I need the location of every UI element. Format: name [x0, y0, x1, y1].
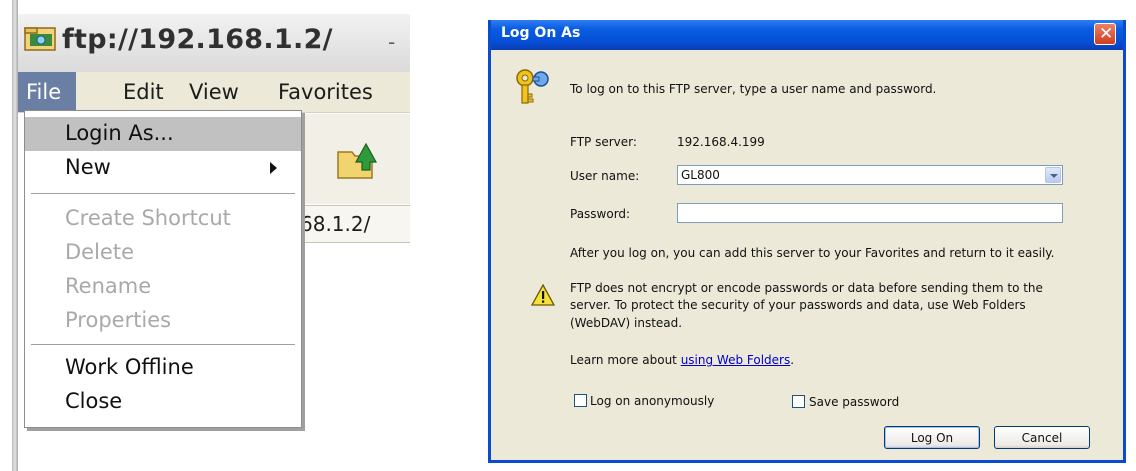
web-folders-link[interactable]: using Web Folders — [681, 353, 791, 367]
menu-item-label: Login As... — [65, 121, 174, 145]
dialog-titlebar: Log On As ✕ — [491, 20, 1123, 50]
anonymous-label[interactable]: Log on anonymously — [590, 394, 714, 408]
dialog-title: Log On As — [501, 25, 581, 41]
close-button[interactable]: ✕ — [1094, 23, 1116, 45]
menu-item-login-as[interactable]: Login As... — [25, 117, 301, 151]
warning-line-1: FTP does not encrypt or encode passwords… — [570, 281, 1043, 295]
menu-item-delete: Delete — [25, 236, 301, 270]
menu-item-close[interactable]: Close — [25, 385, 301, 419]
ftp-server-label: FTP server: — [570, 135, 637, 149]
learn-more-suffix: . — [790, 353, 795, 367]
menu-separator — [31, 193, 295, 195]
menu-item-work-offline[interactable]: Work Offline — [25, 351, 301, 385]
address-text: 68.1.2/ — [300, 212, 371, 236]
ftp-server-value: 192.168.4.199 — [677, 135, 765, 149]
cancel-button-label: Cancel — [1021, 431, 1063, 445]
menu-bar: Edit View Favorites — [18, 72, 410, 113]
menu-file-label: File — [26, 80, 62, 104]
intro-text: To log on to this FTP server, type a use… — [570, 82, 937, 96]
menu-item-label: Create Shortcut — [65, 206, 231, 230]
menu-item-create-shortcut: Create Shortcut — [25, 202, 301, 236]
menu-edit[interactable]: Edit — [123, 80, 164, 104]
submenu-arrow-icon — [270, 162, 277, 174]
menu-item-new[interactable]: New — [25, 151, 301, 185]
file-menu-dropdown: Login As... New Create Shortcut Delete R… — [24, 110, 302, 428]
warning-line-3: (WebDAV) instead. — [570, 316, 683, 330]
menu-separator — [31, 344, 295, 346]
dropdown-arrow-icon — [1050, 174, 1058, 178]
log-on-as-dialog: Log On As ✕ To log on to this FTP server… — [488, 20, 1126, 463]
address-bar[interactable]: 68.1.2/ — [298, 205, 410, 243]
menu-item-properties: Properties — [25, 304, 301, 338]
cancel-button[interactable]: Cancel — [994, 426, 1090, 449]
log-on-button[interactable]: Log On — [884, 426, 980, 449]
username-label: User name: — [570, 169, 640, 183]
log-on-button-label: Log On — [910, 431, 954, 445]
window-title: ftp://192.168.1.2/ — [62, 24, 333, 55]
warning-line-2: server. To protect the security of your … — [570, 298, 1026, 312]
menu-view[interactable]: View — [189, 80, 239, 104]
favorites-note: After you log on, you can add this serve… — [570, 246, 1055, 260]
username-combobox[interactable]: GL800 — [677, 165, 1063, 185]
warning-icon — [531, 284, 555, 306]
menu-item-label: Close — [65, 389, 123, 413]
close-icon: ✕ — [1099, 24, 1114, 44]
password-field[interactable] — [677, 203, 1063, 223]
anonymous-checkbox[interactable] — [574, 394, 587, 407]
menu-file[interactable]: File — [18, 72, 76, 112]
menu-item-rename: Rename — [25, 270, 301, 304]
password-label: Password: — [570, 207, 631, 221]
forward-folder-icon[interactable] — [334, 138, 380, 182]
save-password-checkbox[interactable] — [792, 395, 805, 408]
menu-favorites[interactable]: Favorites — [278, 80, 373, 104]
menu-item-label: Delete — [65, 240, 134, 264]
menu-item-label: New — [65, 155, 111, 179]
keys-icon — [516, 69, 549, 104]
learn-more-text: Learn more about using Web Folders. — [570, 353, 794, 367]
save-password-label[interactable]: Save password — [809, 395, 899, 409]
menu-item-label: Rename — [65, 274, 152, 298]
dropdown-button[interactable] — [1045, 167, 1061, 183]
learn-more-prefix: Learn more about — [570, 353, 681, 367]
menu-item-label: Work Offline — [65, 355, 194, 379]
explorer-window: ftp://192.168.1.2/ - Edit View Favorites… — [0, 0, 410, 471]
username-value: GL800 — [681, 168, 720, 182]
ftp-folder-icon — [24, 27, 56, 51]
menu-item-label: Properties — [65, 308, 172, 332]
window-title-suffix: - — [388, 30, 396, 54]
